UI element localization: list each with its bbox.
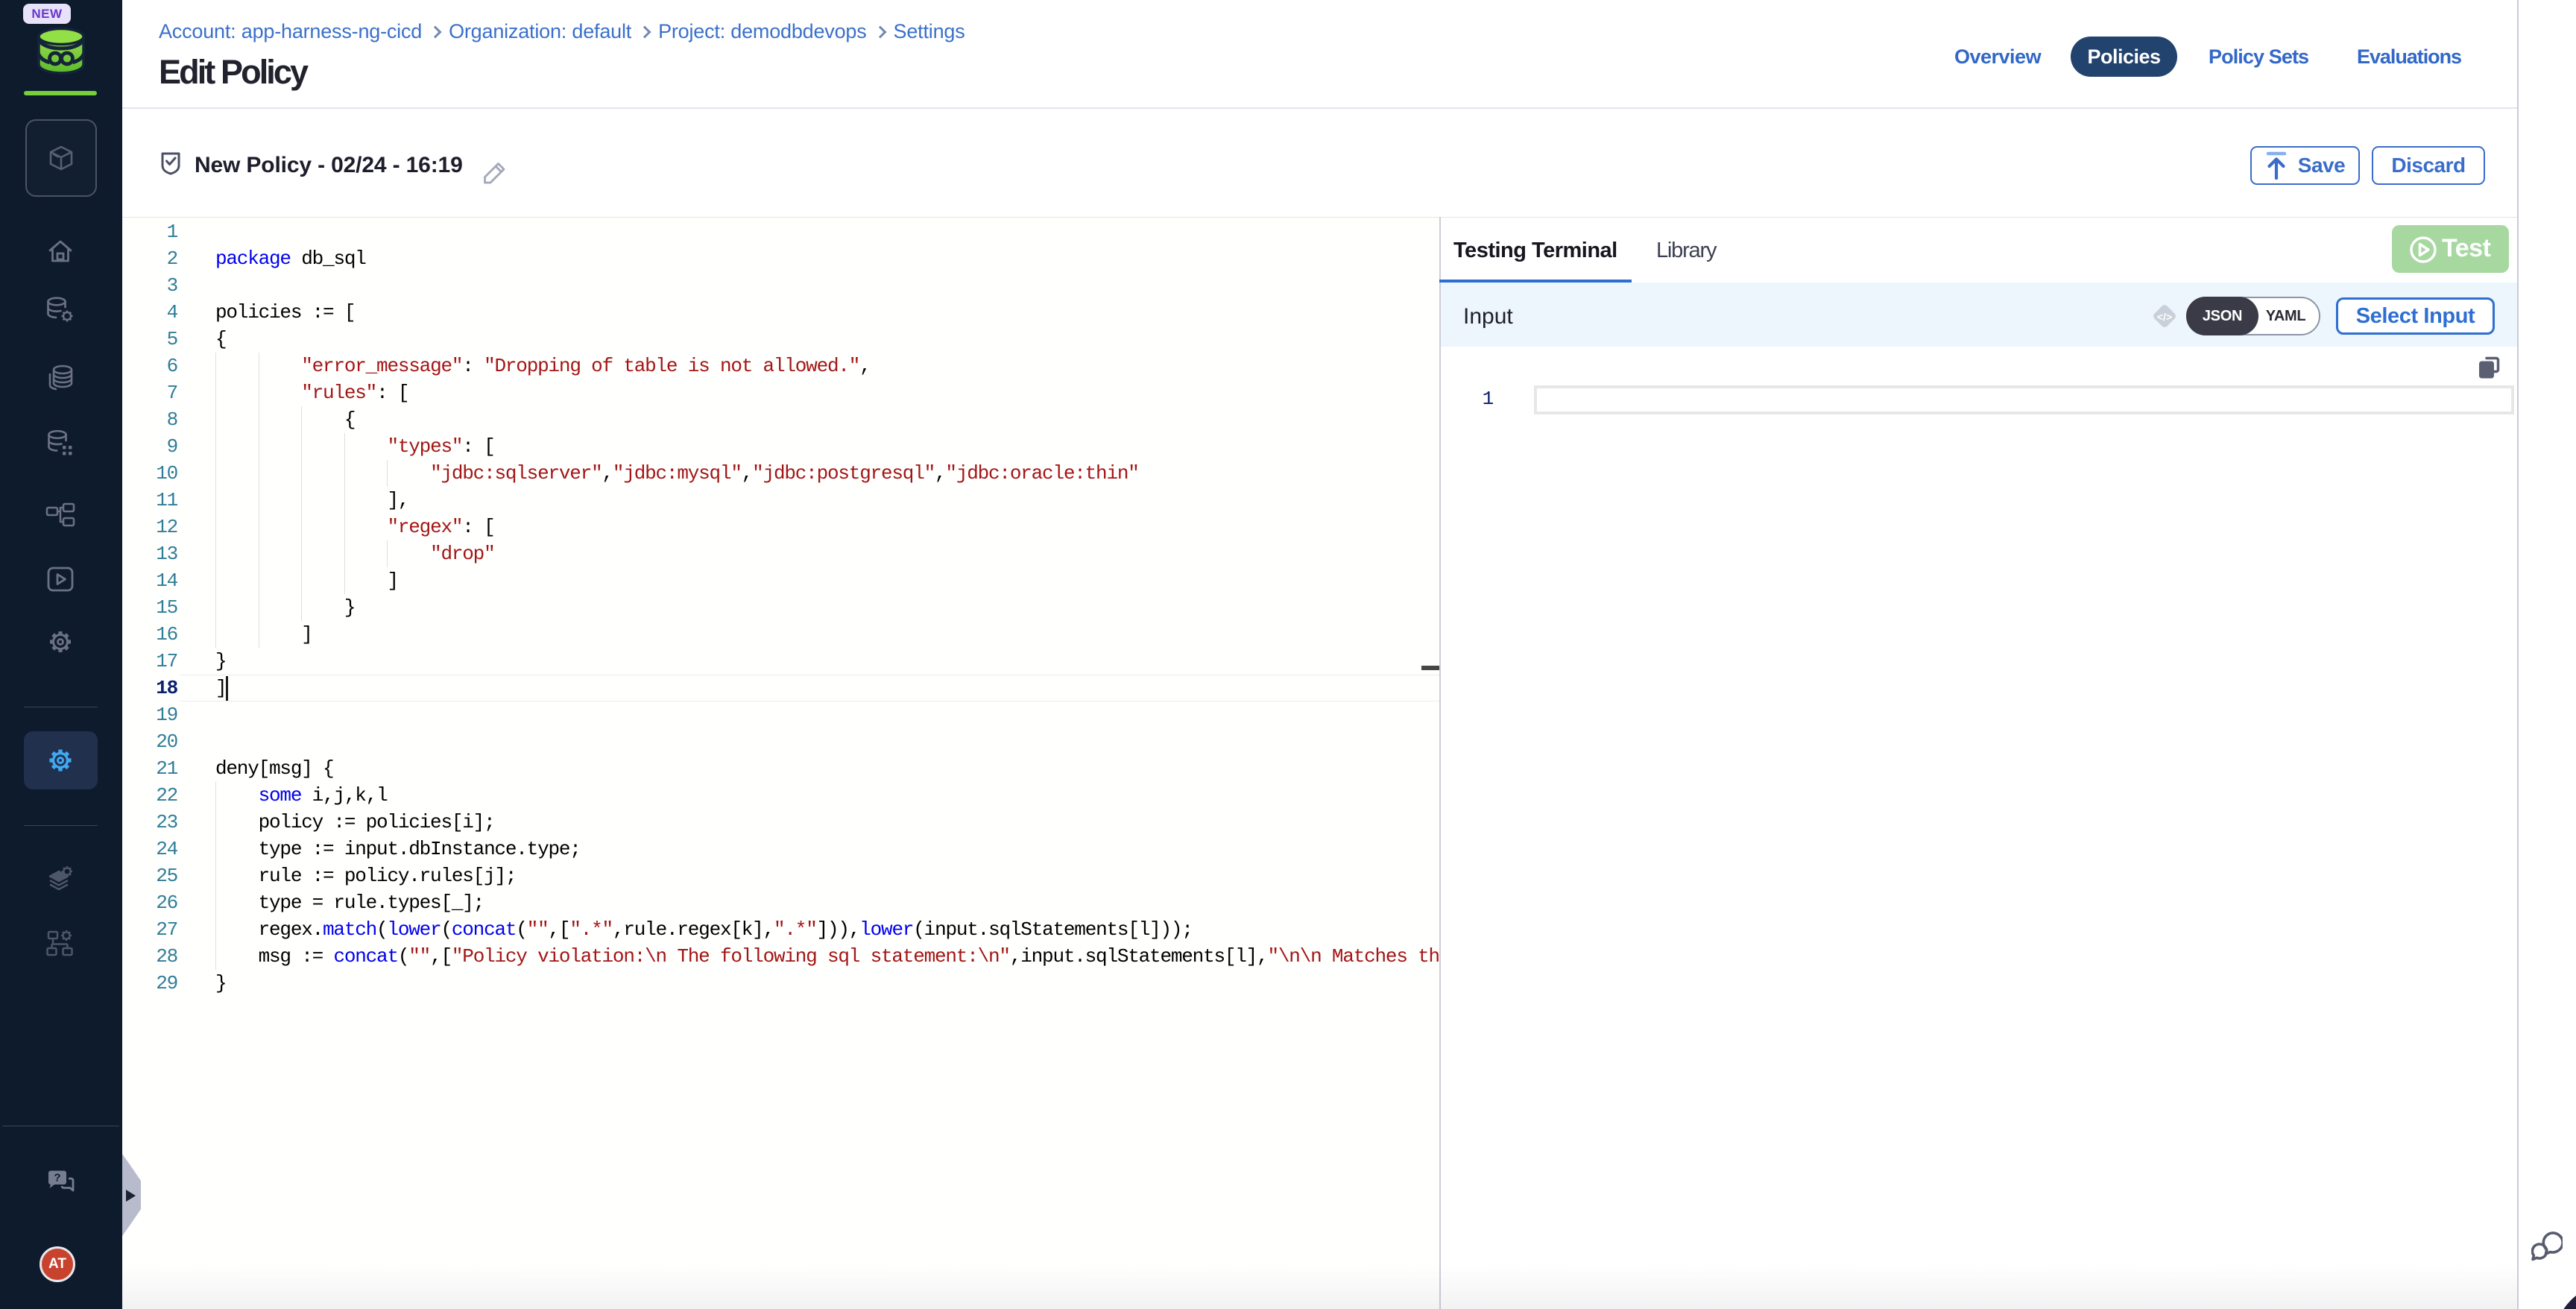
svg-text:?: ? [54,1172,60,1185]
svg-text:</>: </> [2157,311,2172,323]
